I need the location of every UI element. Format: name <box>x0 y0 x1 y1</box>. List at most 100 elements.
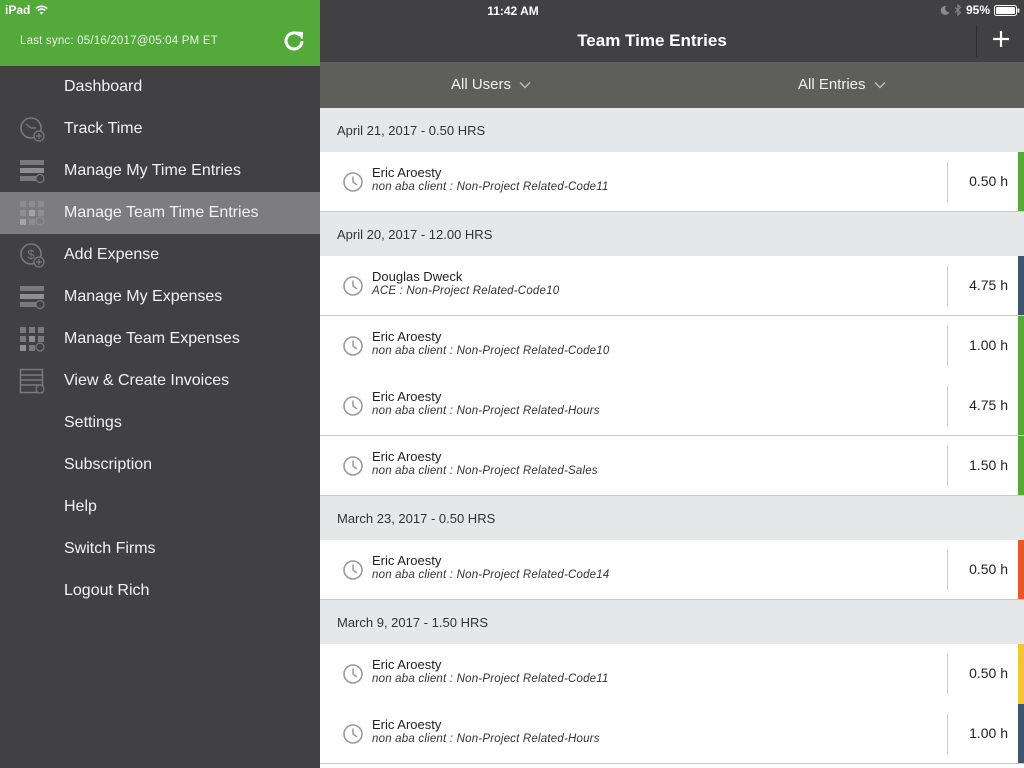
entry-description: non aba client : Non-Project Related-Cod… <box>372 673 609 685</box>
date-group-header: April 20, 2017 - 12.00 HRS <box>320 212 1024 256</box>
divider <box>976 25 977 57</box>
entry-user-name: Eric Aroesty <box>372 657 442 672</box>
sidebar-item-add-expense[interactable]: $ Add Expense <box>0 234 320 276</box>
clock-plus-icon <box>20 117 45 142</box>
entry-status-color-bar <box>1018 316 1024 376</box>
entry-user-name: Eric Aroesty <box>372 165 442 180</box>
divider <box>947 326 948 366</box>
entry-hours: 0.50 h <box>969 665 1008 681</box>
time-entry-row[interactable]: Eric Aroesty non aba client : Non-Project… <box>320 704 1024 764</box>
grid-clock-icon <box>20 201 45 226</box>
entry-hours: 1.00 h <box>969 725 1008 741</box>
clock-icon <box>343 456 363 476</box>
sidebar-header: iPad Last sync: 05/16/2017@05:04 PM ET <box>0 0 320 66</box>
time-entry-row[interactable]: Eric Aroesty non aba client : Non-Project… <box>320 644 1024 704</box>
list-clock-icon <box>20 160 45 184</box>
sidebar-item-label: Settings <box>64 414 122 431</box>
users-filter-dropdown[interactable]: All Users <box>451 76 531 93</box>
sidebar-item-settings[interactable]: Settings <box>0 402 320 444</box>
sidebar-item-logout[interactable]: Logout Rich <box>0 570 320 612</box>
entry-user-name: Eric Aroesty <box>372 717 442 732</box>
sidebar-item-track-time[interactable]: Track Time <box>0 108 320 150</box>
sidebar-item-switch-firms[interactable]: Switch Firms <box>0 528 320 570</box>
date-group-header: March 23, 2017 - 0.50 HRS <box>320 496 1024 540</box>
entry-hours: 4.75 h <box>969 277 1008 293</box>
clock-icon <box>343 172 363 192</box>
divider <box>947 266 948 306</box>
entry-description: non aba client : Non-Project Related-Cod… <box>372 181 609 193</box>
sidebar-item-dashboard[interactable]: Dashboard <box>0 66 320 108</box>
divider <box>947 386 948 426</box>
battery-icon <box>994 4 1020 16</box>
entry-status-color-bar <box>1018 644 1024 704</box>
time-entry-row[interactable]: Eric Aroesty non aba client : Non-Project… <box>320 316 1024 376</box>
entry-user-name: Eric Aroesty <box>372 449 442 464</box>
entry-hours: 4.75 h <box>969 397 1008 413</box>
bluetooth-icon <box>954 4 962 16</box>
sidebar: iPad Last sync: 05/16/2017@05:04 PM ET D… <box>0 0 320 768</box>
refresh-icon[interactable] <box>281 28 307 54</box>
entries-filter-dropdown[interactable]: All Entries <box>798 76 886 93</box>
sidebar-item-label: Logout Rich <box>64 582 150 599</box>
divider <box>947 550 948 590</box>
time-entry-row[interactable]: Eric Aroesty non aba client : Non-Project… <box>320 540 1024 600</box>
entry-description: non aba client : Non-Project Related-Sal… <box>372 465 598 477</box>
sidebar-item-label: Manage Team Expenses <box>64 330 240 347</box>
time-entry-list: April 21, 2017 - 0.50 HRS Eric Aroesty non… <box>320 108 1024 764</box>
entry-user-name: Eric Aroesty <box>372 553 442 568</box>
time-entry-row[interactable]: Eric Aroesty non aba client : Non-Project… <box>320 436 1024 496</box>
sidebar-item-label: Track Time <box>64 120 143 137</box>
entry-user-name: Eric Aroesty <box>372 329 442 344</box>
dollar-plus-icon: $ <box>20 243 45 268</box>
chevron-down-icon <box>519 81 531 88</box>
time-entry-row[interactable]: Eric Aroesty non aba client : Non-Project… <box>320 376 1024 436</box>
entry-hours: 0.50 h <box>969 173 1008 189</box>
status-time: 11:42 AM <box>487 4 539 18</box>
wifi-icon <box>35 5 49 15</box>
sidebar-item-label: Switch Firms <box>64 540 156 557</box>
navigation-bar: 11:42 AM 95% Team Time Entries <box>320 0 1024 62</box>
entry-hours: 1.50 h <box>969 457 1008 473</box>
add-icon[interactable] <box>990 28 1012 50</box>
divider <box>947 162 948 202</box>
entry-status-color-bar <box>1018 152 1024 211</box>
entry-description: ACE : Non-Project Related-Code10 <box>372 285 560 297</box>
invoice-icon <box>19 368 45 394</box>
sidebar-item-label: Manage Team Time Entries <box>64 204 259 221</box>
sidebar-item-manage-team-expenses[interactable]: Manage Team Expenses <box>0 318 320 360</box>
moon-icon <box>940 5 950 15</box>
grid-dollar-icon <box>20 327 45 352</box>
list-dollar-icon <box>20 286 45 310</box>
sidebar-item-manage-my-expenses[interactable]: Manage My Expenses <box>0 276 320 318</box>
sidebar-item-label: Dashboard <box>64 78 143 95</box>
entry-description: non aba client : Non-Project Related-Hou… <box>372 733 600 745</box>
sidebar-item-help[interactable]: Help <box>0 486 320 528</box>
battery-percent: 95% <box>965 3 990 17</box>
time-entry-row[interactable]: Eric Aroesty non aba client : Non-Project… <box>320 152 1024 212</box>
page-title: Team Time Entries <box>577 31 727 50</box>
sidebar-item-view-create-invoices[interactable]: View & Create Invoices <box>0 360 320 402</box>
sidebar-item-manage-team-time-entries[interactable]: Manage Team Time Entries <box>0 192 320 234</box>
chevron-down-icon <box>874 81 886 88</box>
entry-status-color-bar <box>1018 436 1024 495</box>
sidebar-item-label: Help <box>64 498 97 515</box>
sidebar-item-subscription[interactable]: Subscription <box>0 444 320 486</box>
time-entry-row[interactable]: Douglas Dweck ACE : Non-Project Related-C… <box>320 256 1024 316</box>
divider <box>947 714 948 754</box>
entry-description: non aba client : Non-Project Related-Cod… <box>372 345 610 357</box>
clock-icon <box>343 396 363 416</box>
date-group-header: March 9, 2017 - 1.50 HRS <box>320 600 1024 644</box>
main-panel: 11:42 AM 95% Team Time Entries All Users… <box>320 0 1024 768</box>
entry-status-color-bar <box>1018 540 1024 599</box>
status-bar-left: iPad <box>5 3 49 17</box>
filter-bar: All Users All Entries <box>320 62 1024 108</box>
entry-user-name: Eric Aroesty <box>372 389 442 404</box>
sidebar-item-label: View & Create Invoices <box>64 372 230 389</box>
entry-status-color-bar <box>1018 376 1024 435</box>
entry-status-color-bar <box>1018 256 1024 315</box>
sidebar-item-manage-my-time-entries[interactable]: Manage My Time Entries <box>0 150 320 192</box>
entry-status-color-bar <box>1018 704 1024 763</box>
sidebar-item-label: Add Expense <box>64 246 160 263</box>
sidebar-item-label: Manage My Time Entries <box>64 162 241 179</box>
sidebar-item-label: Manage My Expenses <box>64 288 223 305</box>
